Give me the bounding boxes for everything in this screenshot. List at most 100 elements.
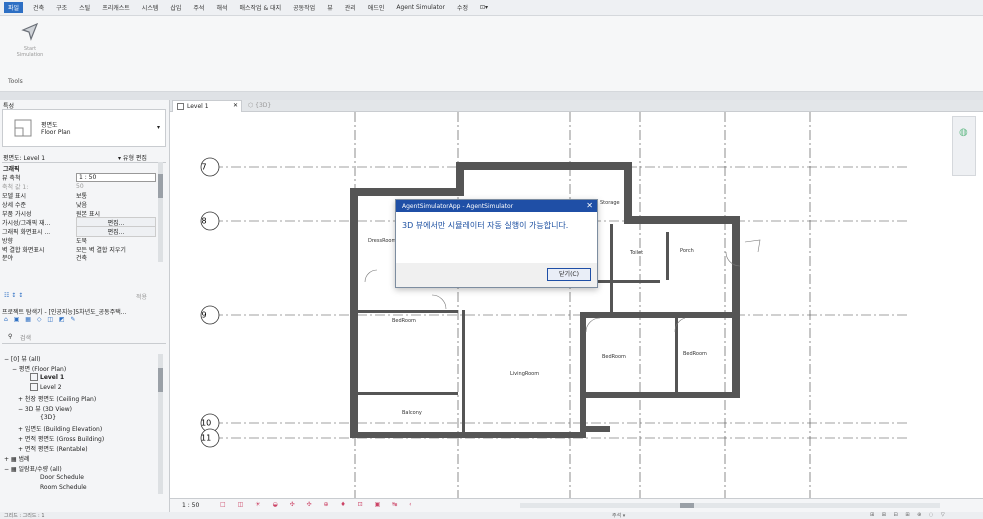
menu-extra[interactable]: ⊡▾ xyxy=(478,3,490,12)
menu-insert[interactable]: 삽입 xyxy=(168,2,183,13)
browser-toolbar-icons[interactable]: ⌂ ▣ ▦ ◇ ◫ ◩ ✎ xyxy=(4,316,78,323)
room-storage: Storage xyxy=(600,200,620,206)
type-name: 평면도 xyxy=(41,122,58,129)
floor-plan-drawing[interactable]: 7 8 9 10 11 Storage DressRoom Toilet Por… xyxy=(170,112,983,498)
section-graphics: 그래픽 xyxy=(3,166,20,173)
close-icon[interactable]: ✕ xyxy=(233,102,238,109)
sort-icon[interactable]: ☷ ↕ ↕ xyxy=(4,292,23,299)
room-bedroom: BedRoom xyxy=(602,354,626,360)
prop-key: 뷰 축척 xyxy=(2,175,21,182)
tree-3d[interactable]: {3D} xyxy=(40,414,56,421)
menu-addins[interactable]: 애드인 xyxy=(366,2,387,13)
search-input[interactable]: 검색 xyxy=(20,333,31,342)
menu-massing[interactable]: 매스작업 & 대지 xyxy=(238,2,284,13)
dialog-title: AgentSimulatorApp - AgentSimulator xyxy=(402,202,514,210)
menu-annotate[interactable]: 주석 xyxy=(191,2,206,13)
room-dressroom: DressRoom xyxy=(368,238,396,244)
start-simulation-label: Start Simulation xyxy=(16,46,44,58)
room-balcony: Balcony xyxy=(402,410,422,416)
menu-architecture[interactable]: 건축 xyxy=(31,2,46,13)
tab-3d[interactable]: ⬡ {3D} xyxy=(248,102,271,109)
drawing-canvas[interactable]: 7 8 9 10 11 Storage DressRoom Toilet Por… xyxy=(170,112,983,498)
dialog-footer: 닫기(C) xyxy=(396,263,597,287)
tree-ceiling-plan[interactable]: + 천장 평면도 (Ceiling Plan) xyxy=(18,394,96,403)
scale-label[interactable]: 1 : 50 xyxy=(182,502,199,509)
room-bedroom: BedRoom xyxy=(392,318,416,324)
tree-level-1[interactable]: Level 1 xyxy=(40,374,64,381)
prop-key: 부품 가시성 xyxy=(2,211,32,218)
prop-key: 벽 결합 화면표시 xyxy=(2,247,45,254)
ribbon-separator xyxy=(0,92,983,100)
dialog-titlebar: AgentSimulatorApp - AgentSimulator ✕ xyxy=(396,200,597,212)
tree-views[interactable]: − [0] 뷰 (all) xyxy=(4,354,40,363)
menu-analyze[interactable]: 해석 xyxy=(214,2,229,13)
status-text: 그리드 : 그리드 : 1 xyxy=(4,513,45,519)
tab-level-1[interactable]: Level 1 ✕ xyxy=(172,100,242,112)
grid-label: 10 xyxy=(201,419,211,428)
tree-elevation[interactable]: + 입면도 (Building Elevation) xyxy=(18,424,102,433)
menu-agent-simulator[interactable]: Agent Simulator xyxy=(394,3,447,12)
prop-value[interactable]: 모든 벽 결합 지우기 xyxy=(76,245,156,254)
view-control-icons[interactable]: □ ◫ ☀ ◒ ✣ ✣ ⊕ ♦ ⊡ ▣ ↹ ‹ xyxy=(220,501,417,508)
prop-key: 축척 값 1: xyxy=(2,184,29,191)
browser-title: 프로젝트 탐색기 - [인공지능]5차년도_공동주택... xyxy=(2,309,127,316)
prop-value[interactable]: 도북 xyxy=(76,236,156,245)
tree-floor-plan[interactable]: − 평면 (Floor Plan) xyxy=(12,364,66,373)
browser-scrollbar[interactable] xyxy=(158,354,163,494)
prop-value[interactable]: 건축 xyxy=(76,254,156,261)
tree-rentable[interactable]: + 면적 평면도 (Rentable) xyxy=(18,444,88,453)
room-bedroom: BedRoom xyxy=(683,351,707,357)
selection-filter-icons[interactable]: ⊞ ⊞ ⊟ ⊞ ⊕ ◌ ▽ xyxy=(870,512,948,518)
close-button[interactable]: 닫기(C) xyxy=(547,268,591,281)
type-selector[interactable]: 평면도 Floor Plan ▾ xyxy=(2,109,166,147)
tree-level-2[interactable]: Level 2 xyxy=(40,384,62,391)
view-selector[interactable]: 평면도: Level 1 xyxy=(3,153,45,162)
menu-view[interactable]: 뷰 xyxy=(325,2,335,13)
tree-gross-building[interactable]: + 면적 평면도 (Gross Building) xyxy=(18,434,104,443)
properties-scrollbar[interactable] xyxy=(158,162,163,262)
close-icon[interactable]: ✕ xyxy=(586,201,593,210)
menu-steel[interactable]: 스틸 xyxy=(77,2,92,13)
room-toilet: Toilet xyxy=(629,250,643,256)
tree-room-schedule[interactable]: Room Schedule xyxy=(40,484,87,491)
simulation-icon xyxy=(21,22,39,41)
tree-3d-view[interactable]: − 3D 뷰 (3D View) xyxy=(18,404,72,413)
apply-button[interactable]: 적용 xyxy=(136,292,147,301)
menu-collaborate[interactable]: 공동작업 xyxy=(291,2,317,13)
prop-key: 그래픽 화면표시 ... xyxy=(2,229,51,236)
menu-systems[interactable]: 시스템 xyxy=(140,2,161,13)
view-icon xyxy=(30,383,38,391)
room-livingroom: LivingRoom xyxy=(510,371,539,377)
edit-type-button[interactable]: ▾ 유형 편집 xyxy=(118,153,147,162)
workset-selector[interactable]: 주석 ▾ xyxy=(612,512,625,519)
agent-simulator-dialog: AgentSimulatorApp - AgentSimulator ✕ 3D … xyxy=(395,199,598,288)
grid-label: 9 xyxy=(202,311,207,320)
tab-level-1-label: Level 1 xyxy=(187,103,209,110)
divider xyxy=(2,162,166,163)
view-icon xyxy=(30,373,38,381)
start-simulation-button[interactable]: Start Simulation xyxy=(16,22,44,72)
menu-modify[interactable]: 수정 xyxy=(455,2,470,13)
properties-palette: 특성 평면도 Floor Plan ▾ 평면도: Level 1 ▾ 유형 편집… xyxy=(0,100,170,306)
view-cube-icon[interactable]: ◍ xyxy=(959,127,969,138)
view-scale-field[interactable]: 1 : 50 xyxy=(76,173,156,182)
edit-type-label: 유형 편집 xyxy=(122,155,147,162)
navigation-bar[interactable]: ◍ xyxy=(952,116,976,176)
browser-search[interactable]: ⚲ 검색 xyxy=(2,330,166,344)
grid-label: 8 xyxy=(202,217,207,226)
tree-schedules[interactable]: − ▦ 일람표/수량 (all) xyxy=(4,464,62,473)
ribbon: Start Simulation Tools xyxy=(0,16,983,92)
floor-plan-icon xyxy=(177,103,184,110)
prop-value[interactable]: 낮음 xyxy=(76,200,156,209)
horizontal-scrollbar[interactable] xyxy=(520,503,940,508)
chevron-down-icon: ▾ xyxy=(157,124,161,131)
menu-structure[interactable]: 구조 xyxy=(54,2,69,13)
tree-legends[interactable]: + ▦ 범례 xyxy=(4,454,30,463)
tree-door-schedule[interactable]: Door Schedule xyxy=(40,474,84,481)
menu-precast[interactable]: 프리캐스트 xyxy=(100,2,132,13)
menu-manage[interactable]: 관리 xyxy=(343,2,358,13)
menu-file[interactable]: 파일 xyxy=(4,2,24,13)
prop-value[interactable]: 보통 xyxy=(76,191,156,200)
prop-key: 모델 표시 xyxy=(2,193,26,200)
search-icon: ⚲ xyxy=(8,333,13,340)
